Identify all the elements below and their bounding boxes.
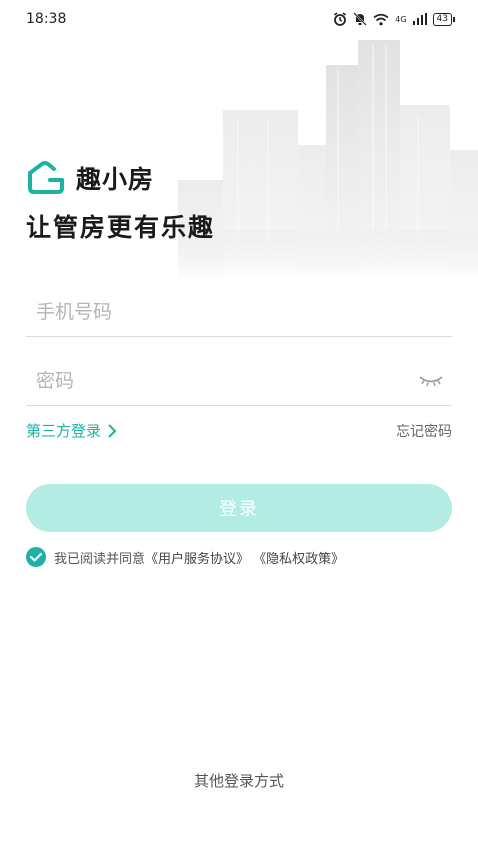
alarm-icon bbox=[334, 12, 347, 26]
mute-icon bbox=[353, 12, 367, 26]
password-field-container bbox=[26, 357, 452, 406]
eye-closed-icon[interactable] bbox=[418, 374, 444, 388]
third-party-login-link[interactable]: 第三方登录 bbox=[26, 420, 117, 441]
status-icons: 4G 43 bbox=[333, 12, 456, 26]
signal-icon bbox=[412, 13, 427, 25]
battery-icon: 43 bbox=[432, 12, 456, 26]
app-name: 趣小房 bbox=[76, 165, 155, 194]
other-login-methods-link[interactable]: 其他登录方式 bbox=[0, 770, 478, 791]
login-button[interactable]: 登录 bbox=[26, 484, 452, 532]
slogan: 让管房更有乐趣 bbox=[26, 213, 216, 242]
user-agreement-link[interactable]: 《用户服务协议》 bbox=[145, 552, 249, 567]
app-logo-icon bbox=[28, 161, 64, 194]
phone-field-container bbox=[26, 288, 452, 337]
network-type-label: 4G bbox=[395, 14, 407, 24]
buildings-illustration bbox=[178, 40, 478, 280]
brand-row: 趣小房 bbox=[26, 160, 154, 196]
wifi-icon bbox=[373, 13, 389, 25]
third-party-login-label: 第三方登录 bbox=[26, 422, 102, 440]
agreement-row: 我已阅读并同意《用户服务协议》 《隐私权政策》 bbox=[26, 547, 344, 567]
agreement-checkbox[interactable] bbox=[26, 547, 46, 567]
links-row: 第三方登录 忘记密码 bbox=[26, 420, 452, 441]
status-time: 18:38 bbox=[26, 11, 67, 27]
password-input[interactable] bbox=[26, 370, 418, 392]
forgot-password-link[interactable]: 忘记密码 bbox=[396, 421, 452, 441]
privacy-policy-link[interactable]: 《隐私权政策》 bbox=[253, 552, 344, 567]
agreement-prefix: 我已阅读并同意 bbox=[54, 551, 146, 567]
phone-input[interactable] bbox=[26, 301, 452, 323]
chevron-right-icon bbox=[108, 423, 117, 438]
